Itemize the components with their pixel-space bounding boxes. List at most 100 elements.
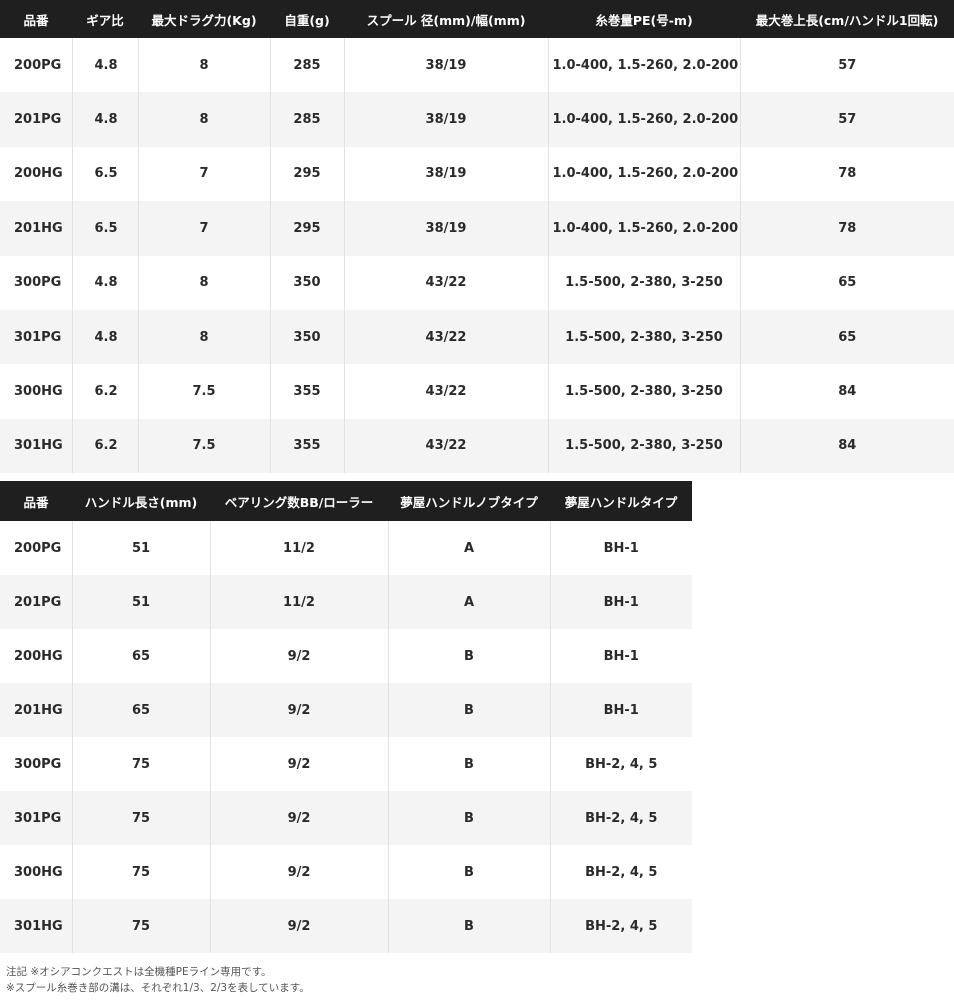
table-cell: 38/19 xyxy=(344,38,549,93)
table-row: 200HG 6.5 7 295 38/19 1.0-400, 1.5-260, 2.0-2… xyxy=(0,146,954,202)
table-row: 201PG 51 11/2 A BH-1 xyxy=(0,575,692,630)
table-cell: 75 xyxy=(72,899,211,954)
table-row: 201HG 65 9/2 B BH-1 xyxy=(0,683,692,738)
table-row: 301PG 4.8 8 350 43/22 1.5-500, 2-380, 3-250 65 xyxy=(0,309,954,365)
model-cell: 301PG xyxy=(0,791,73,846)
model-cell: 301HG xyxy=(0,418,73,474)
table-cell: 285 xyxy=(270,92,345,147)
model-cell: 201HG xyxy=(0,201,73,256)
table-row: 300PG 4.8 8 350 43/22 1.5-500, 2-380, 3-250 65 xyxy=(0,255,954,310)
table-cell: BH-2, 4, 5 xyxy=(585,756,658,772)
footnote-line: ※スプール糸巻き部の溝は、それぞれ1/3、2/3を表しています。 xyxy=(6,982,310,994)
table-cell: 350 xyxy=(270,255,345,310)
column-header: 夢屋ハンドルノブタイプ xyxy=(388,481,550,522)
table-cell: 43/22 xyxy=(344,309,549,365)
table-row: 200PG 4.8 8 285 38/19 1.0-400, 1.5-260, 2.0-2… xyxy=(0,38,954,93)
table-cell: 8 xyxy=(138,92,271,147)
column-header: 品番 xyxy=(0,0,72,38)
column-header: 最大ドラグ力(Kg) xyxy=(138,0,270,38)
table-row: 201HG 6.5 7 295 38/19 1.0-400, 1.5-260, 2.0-2… xyxy=(0,201,954,256)
table-cell: 8 xyxy=(138,309,271,365)
table-cell: BH-1 xyxy=(603,648,639,664)
table-cell: BH-2, 4, 5 xyxy=(550,899,692,954)
model-cell: 200HG xyxy=(0,629,73,684)
table-header-row: 品番 ギア比 最大ドラグ力(Kg) 自重(g) スプール 径(mm)/幅(mm) 糸巻量P… xyxy=(0,0,954,38)
table-cell: 78 xyxy=(740,201,954,256)
table-cell: BH-2, 4, 5 xyxy=(550,791,692,846)
table-cell: 4.8 xyxy=(72,38,139,93)
model-cell: 200PG xyxy=(0,521,73,576)
table-cell: 38/19 xyxy=(344,146,549,202)
table-cell: 7 xyxy=(138,146,271,202)
table-row: 300HG 75 9/2 B BH-2, 4, 5 xyxy=(0,845,692,900)
table-cell: 7 xyxy=(138,201,271,256)
table-cell: 1.5-500, 2-380, 3-250 xyxy=(548,255,741,310)
table-cell: 6.5 xyxy=(72,201,139,256)
table-cell: 6.5 xyxy=(72,146,139,202)
table-cell: 43/22 xyxy=(344,255,549,310)
table-cell: 9/2 xyxy=(210,737,389,792)
column-header: ベアリング数BB/ローラー xyxy=(210,481,388,522)
table-row: 301HG 6.2 7.5 355 43/22 1.5-500, 2-380, 3-250… xyxy=(0,418,954,474)
table-cell: 38/19 xyxy=(344,201,549,256)
table-cell: 57 xyxy=(838,57,857,73)
table-cell: 38/19 xyxy=(344,92,549,147)
table-cell: 9/2 xyxy=(210,899,389,954)
table-row: 200PG 51 11/2 A BH-1 xyxy=(0,521,692,576)
model-cell: 201PG xyxy=(0,575,73,630)
model-cell: 200HG xyxy=(0,146,73,202)
table-cell: BH-1 xyxy=(550,683,692,738)
table-row: 301HG 75 9/2 B BH-2, 4, 5 xyxy=(0,899,692,954)
table-row: 200HG 65 9/2 B BH-1 xyxy=(0,629,692,684)
footnote-line: 注記 ※オシアコンクエストは全機種PEライン専用です。 xyxy=(6,966,272,978)
table-cell: 65 xyxy=(740,309,954,365)
column-header: 品番 xyxy=(0,481,72,522)
table-cell: BH-2, 4, 5 xyxy=(585,864,658,880)
table-cell: B xyxy=(388,791,551,846)
table-cell: 9/2 xyxy=(210,791,389,846)
table-cell: 4.8 xyxy=(72,92,139,147)
table-cell: 11/2 xyxy=(210,521,389,576)
table-cell: B xyxy=(388,845,551,900)
table-cell: 1.5-500, 2-380, 3-250 xyxy=(548,418,741,474)
table-cell: 295 xyxy=(270,201,345,256)
model-cell: 301HG xyxy=(0,899,73,954)
column-header: ハンドル長さ(mm) xyxy=(72,481,210,522)
table-cell: 9/2 xyxy=(210,683,389,738)
table-cell: 355 xyxy=(270,364,345,419)
model-cell: 300HG xyxy=(0,364,73,419)
table-cell: A xyxy=(388,521,551,576)
table-cell: 355 xyxy=(270,418,345,474)
table-cell: 65 xyxy=(72,683,211,738)
model-cell: 301PG xyxy=(0,309,73,365)
column-header: 最大巻上長(cm/ハンドル1回転) xyxy=(740,0,954,38)
table-cell: 1.0-400, 1.5-260, 2.0-200 xyxy=(548,92,741,147)
model-cell: 300PG xyxy=(0,737,73,792)
table-cell: 1.0-400, 1.5-260, 2.0-200 xyxy=(548,201,741,256)
table-cell: 51 xyxy=(72,575,211,630)
table-cell: B xyxy=(388,737,551,792)
table-cell: B xyxy=(388,629,551,684)
table-cell: 65 xyxy=(72,629,211,684)
table-cell: 4.8 xyxy=(72,255,139,310)
model-cell: 200PG xyxy=(0,38,73,93)
table-row: 201PG 4.8 8 285 38/19 1.0-400, 1.5-260, 2.0-2… xyxy=(0,92,954,147)
table-cell: 8 xyxy=(138,38,271,93)
footnotes: 注記 ※オシアコンクエストは全機種PEライン専用です。 ※スプール糸巻き部の溝は… xyxy=(6,964,310,996)
table-cell: 43/22 xyxy=(344,418,549,474)
spec-table-main: 品番 ギア比 最大ドラグ力(Kg) 自重(g) スプール 径(mm)/幅(mm) 糸巻量P… xyxy=(0,0,954,474)
table-row: 300PG 75 9/2 B BH-2, 4, 5 xyxy=(0,737,692,792)
table-cell: 350 xyxy=(270,309,345,365)
column-header: 自重(g) xyxy=(270,0,344,38)
table-cell: 295 xyxy=(270,146,345,202)
table-cell: A xyxy=(388,575,551,630)
table-cell: 84 xyxy=(838,384,857,400)
table-cell: 1.5-500, 2-380, 3-250 xyxy=(548,309,741,365)
table-cell: 51 xyxy=(72,521,211,576)
table-body: 200PG 4.8 8 285 38/19 1.0-400, 1.5-260, 2.0-2… xyxy=(0,38,954,474)
model-cell: 300PG xyxy=(0,255,73,310)
spec-table-handle: 品番 ハンドル長さ(mm) ベアリング数BB/ローラー 夢屋ハンドルノブタイプ 夢屋ハン… xyxy=(0,481,692,954)
column-header: ギア比 xyxy=(72,0,138,38)
table-cell: 7.5 xyxy=(138,364,271,419)
table-cell: B xyxy=(388,899,551,954)
